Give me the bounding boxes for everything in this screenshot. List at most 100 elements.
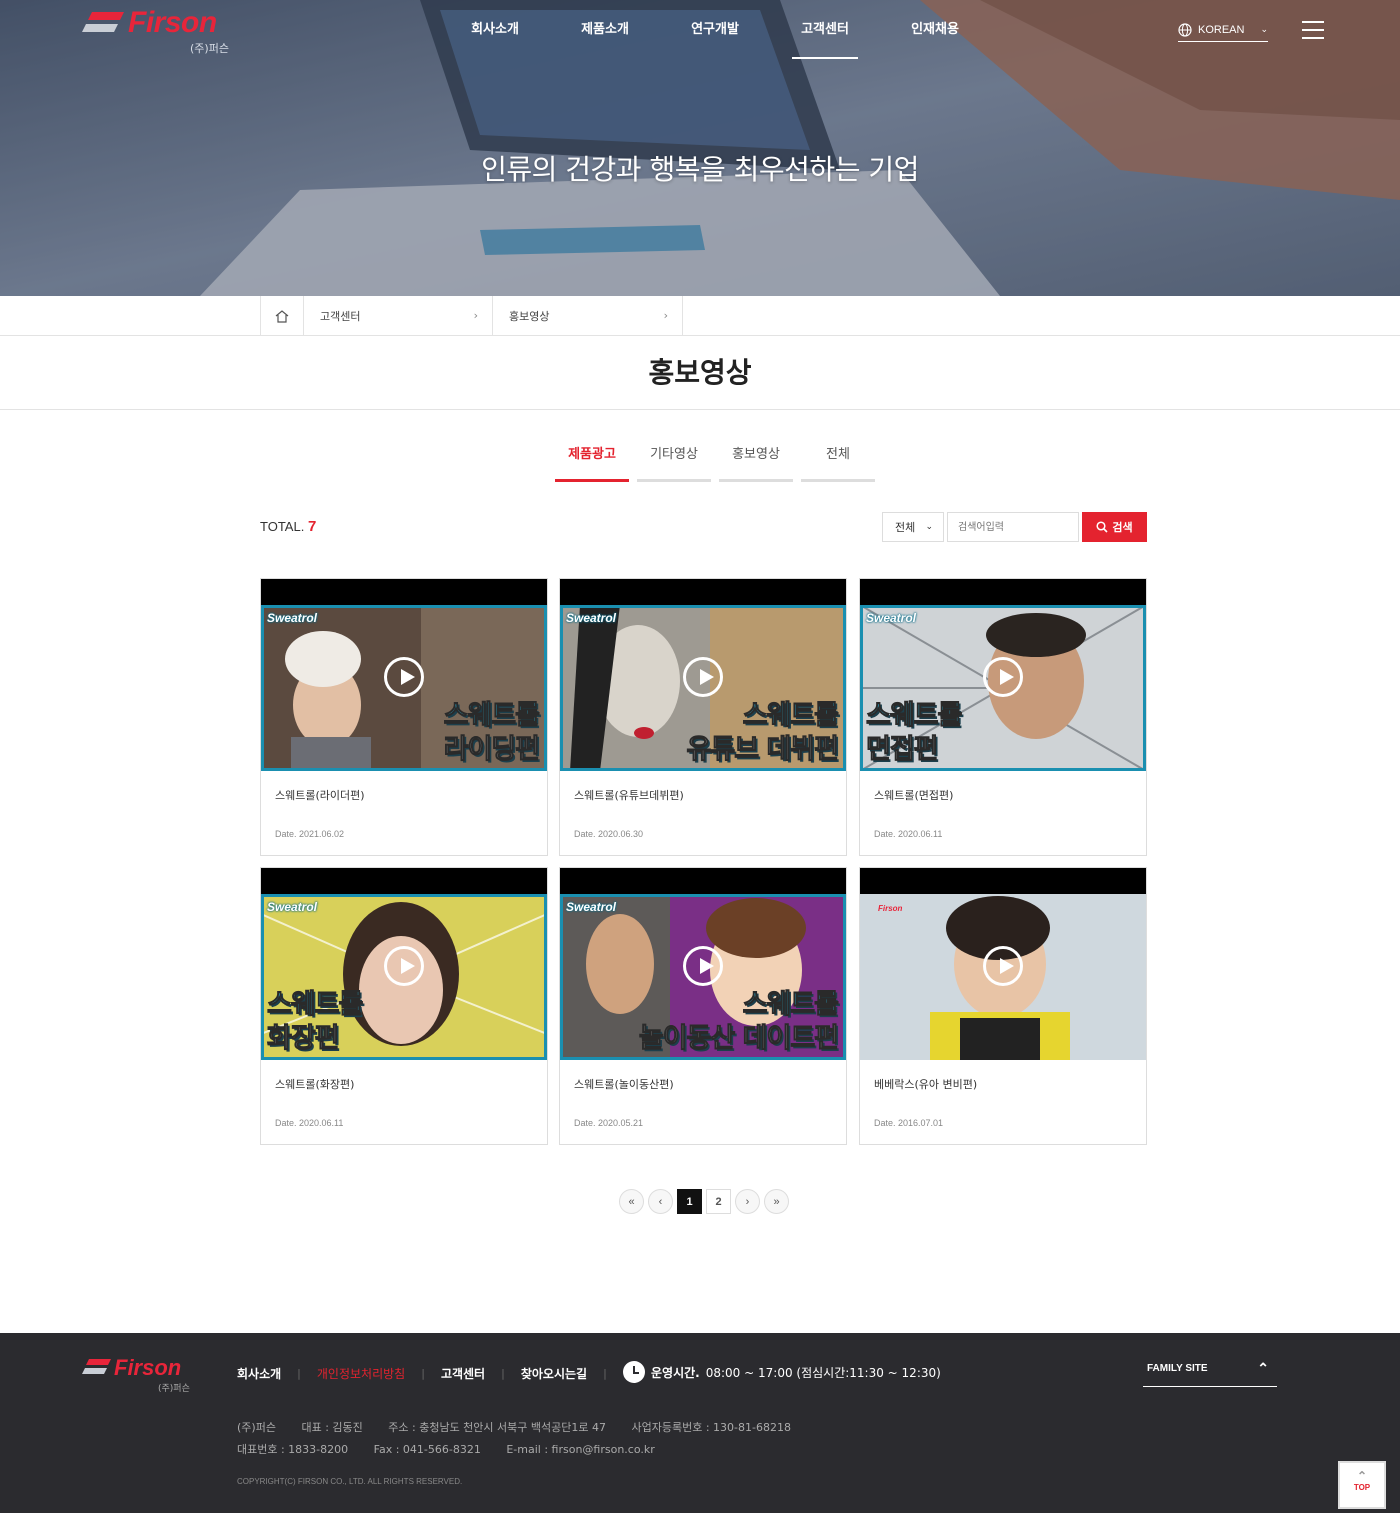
play-icon[interactable] [683,946,723,986]
play-icon[interactable] [983,946,1023,986]
brand-tag: Sweatrol [267,900,318,914]
footer-link-directions[interactable]: 찾아오시는길 [521,1365,587,1382]
top-label: TOP [1353,1483,1371,1492]
footer-links: 회사소개 | 개인정보처리방침 | 고객센터 | 찾아오시는길 | [237,1365,607,1382]
video-date: Date. 2016.07.01 [874,1118,944,1128]
page-last-button[interactable]: » [764,1189,789,1214]
total-label: TOTAL. [260,519,305,534]
chevron-right-icon: › [473,309,478,322]
page-number-2[interactable]: 2 [706,1189,731,1214]
company-name: (주)퍼슨 [237,1421,276,1434]
video-title[interactable]: 스웨트롤(유튜브데뷔편) [574,787,684,803]
menu-hamburger-icon[interactable] [1302,21,1324,39]
total-count: TOTAL. 7 [260,518,316,535]
breadcrumb: 고객센터 › 홍보영상 › [0,296,1400,336]
breadcrumb-home[interactable] [260,296,304,336]
chevron-down-icon: ⌄ [925,522,933,532]
thumbnail-caption-line2: 라이딩편 [443,734,540,766]
logo-text: Firson [128,6,217,39]
tab-all[interactable]: 전체 [801,444,875,482]
play-icon[interactable] [683,657,723,697]
tab-other-videos[interactable]: 기타영상 [637,444,711,482]
total-number: 7 [307,518,317,535]
play-icon[interactable] [983,657,1023,697]
video-thumbnail[interactable]: Sweatrol 스웨트롤 놀이동산 데이트편 [560,868,846,1060]
chevron-down-icon: ⌄ [1260,24,1268,34]
nav-customer-center[interactable]: 고객센터 [770,20,880,60]
page-title: 홍보영상 [0,336,1400,410]
video-card[interactable]: Sweatrol 스웨트롤 라이딩편 스웨트롤(라이더편) Date. 2021… [260,578,548,856]
operating-hours: 운영시간. 08:00 ~ 17:00 (점심시간:11:30 ~ 12:30) [623,1361,941,1383]
page-number-1[interactable]: 1 [677,1189,702,1214]
video-thumbnail[interactable]: Sweatrol 스웨트롤 면접편 [860,579,1146,771]
company-fax: Fax : 041-566-8321 [373,1443,481,1456]
language-selector[interactable]: KOREAN ⌄ [1178,18,1268,42]
company-address: 주소 : 충청남도 천안시 서북구 백석공단1로 47 [388,1421,606,1434]
footer-logo-text: Firson [114,1355,182,1380]
search-filter-select[interactable]: 전체 ⌄ [882,512,944,542]
hours-value: 08:00 ~ 17:00 (점심시간:11:30 ~ 12:30) [705,1365,941,1380]
chevron-up-icon: ⌃ [1257,1360,1269,1376]
video-thumbnail[interactable]: Sweatrol 스웨트롤 라이딩편 [261,579,547,771]
company-info: (주)퍼슨 대표 : 김동진 주소 : 충청남도 천안시 서북구 백석공단1로 … [237,1417,813,1461]
breadcrumb-level1-label: 고객센터 [320,310,361,323]
search-input[interactable] [947,512,1079,542]
page-first-button[interactable]: « [619,1189,644,1214]
video-card[interactable]: Sweatrol 스웨트롤 면접편 스웨트롤(면접편) Date. 2020.0… [859,578,1147,856]
nav-careers[interactable]: 인재채용 [880,20,990,60]
search-button[interactable]: 검색 [1082,512,1147,542]
copyright: COPYRIGHT(C) FIRSON CO., LTD. ALL RIGHTS… [237,1477,463,1486]
company-ceo: 대표 : 김동진 [301,1421,363,1434]
breadcrumb-level2[interactable]: 홍보영상 › [493,296,683,336]
thumbnail-caption-line2: 유튜브 데뷔편 [686,734,839,766]
footer-link-privacy[interactable]: 개인정보처리방침 [317,1365,405,1382]
main-nav: 회사소개 제품소개 연구개발 고객센터 인재채용 [440,20,990,60]
clock-icon [623,1361,645,1383]
play-icon[interactable] [384,657,424,697]
thumbnail-caption-line2: 화장편 [267,1023,341,1055]
video-card[interactable]: Sweatrol 스웨트롤 놀이동산 데이트편 스웨트롤(놀이동산편) Date… [559,867,847,1145]
nav-company[interactable]: 회사소개 [440,20,550,60]
footer-link-company[interactable]: 회사소개 [237,1365,281,1382]
tab-promo-videos[interactable]: 홍보영상 [719,444,793,482]
page-prev-button[interactable]: ‹ [648,1189,673,1214]
company-email: E-mail : firson@firson.co.kr [506,1443,655,1456]
page-next-button[interactable]: › [735,1189,760,1214]
play-icon[interactable] [384,946,424,986]
video-title[interactable]: 스웨트롤(라이더편) [275,787,365,803]
brand-tag: Sweatrol [866,611,917,625]
video-title[interactable]: 베베락스(유아 변비편) [874,1076,977,1092]
video-card[interactable]: Firson 베베락스(유아 변비편) Date. 2016.07.01 [859,867,1147,1145]
tab-product-ads[interactable]: 제품광고 [555,444,629,482]
footer-logo[interactable]: Firson (주)퍼슨 [82,1355,192,1395]
nav-research[interactable]: 연구개발 [660,20,770,60]
home-icon [275,309,289,323]
video-card[interactable]: Sweatrol 스웨트롤 유튜브 데뷔편 스웨트롤(유튜브데뷔편) Date.… [559,578,847,856]
category-tabs: 제품광고 기타영상 홍보영상 전체 [555,444,875,482]
video-card[interactable]: Sweatrol 스웨트롤 화장편 스웨트롤(화장편) Date. 2020.0… [260,867,548,1145]
video-date: Date. 2021.06.02 [275,829,345,839]
video-thumbnail[interactable]: Sweatrol 스웨트롤 화장편 [261,868,547,1060]
arrow-up-icon: ⌃ [1356,1469,1368,1483]
video-thumbnail[interactable]: Sweatrol 스웨트롤 유튜브 데뷔편 [560,579,846,771]
footer-link-customer-center[interactable]: 고객센터 [441,1365,485,1382]
firson-logo[interactable]: Firson (주)퍼슨 [82,6,242,58]
video-title[interactable]: 스웨트롤(놀이동산편) [574,1076,674,1092]
nav-products[interactable]: 제품소개 [550,20,660,60]
video-thumbnail[interactable]: Firson [860,868,1146,1060]
search-button-label: 검색 [1112,521,1133,534]
breadcrumb-level2-label: 홍보영상 [509,310,550,323]
pagination: « ‹ 1 2 › » [619,1189,789,1214]
video-date: Date. 2020.06.11 [275,1118,344,1128]
breadcrumb-level1[interactable]: 고객센터 › [304,296,493,336]
video-title[interactable]: 스웨트롤(화장편) [275,1076,354,1092]
brand-tag: Sweatrol [566,900,617,914]
video-title[interactable]: 스웨트롤(면접편) [874,787,953,803]
hero-banner: Firson (주)퍼슨 회사소개 제품소개 연구개발 고객센터 인재채용 KO… [0,0,1400,296]
video-date: Date. 2020.06.11 [874,829,943,839]
company-bizno: 사업자등록번호 : 130-81-68218 [631,1421,791,1434]
scroll-top-button[interactable]: ⌃ TOP [1338,1461,1386,1509]
footer: Firson (주)퍼슨 회사소개 | 개인정보처리방침 | 고객센터 | 찾아… [0,1333,1400,1513]
family-site-select[interactable]: FAMILY SITE ⌃ [1143,1359,1277,1387]
video-date: Date. 2020.06.30 [574,829,644,839]
